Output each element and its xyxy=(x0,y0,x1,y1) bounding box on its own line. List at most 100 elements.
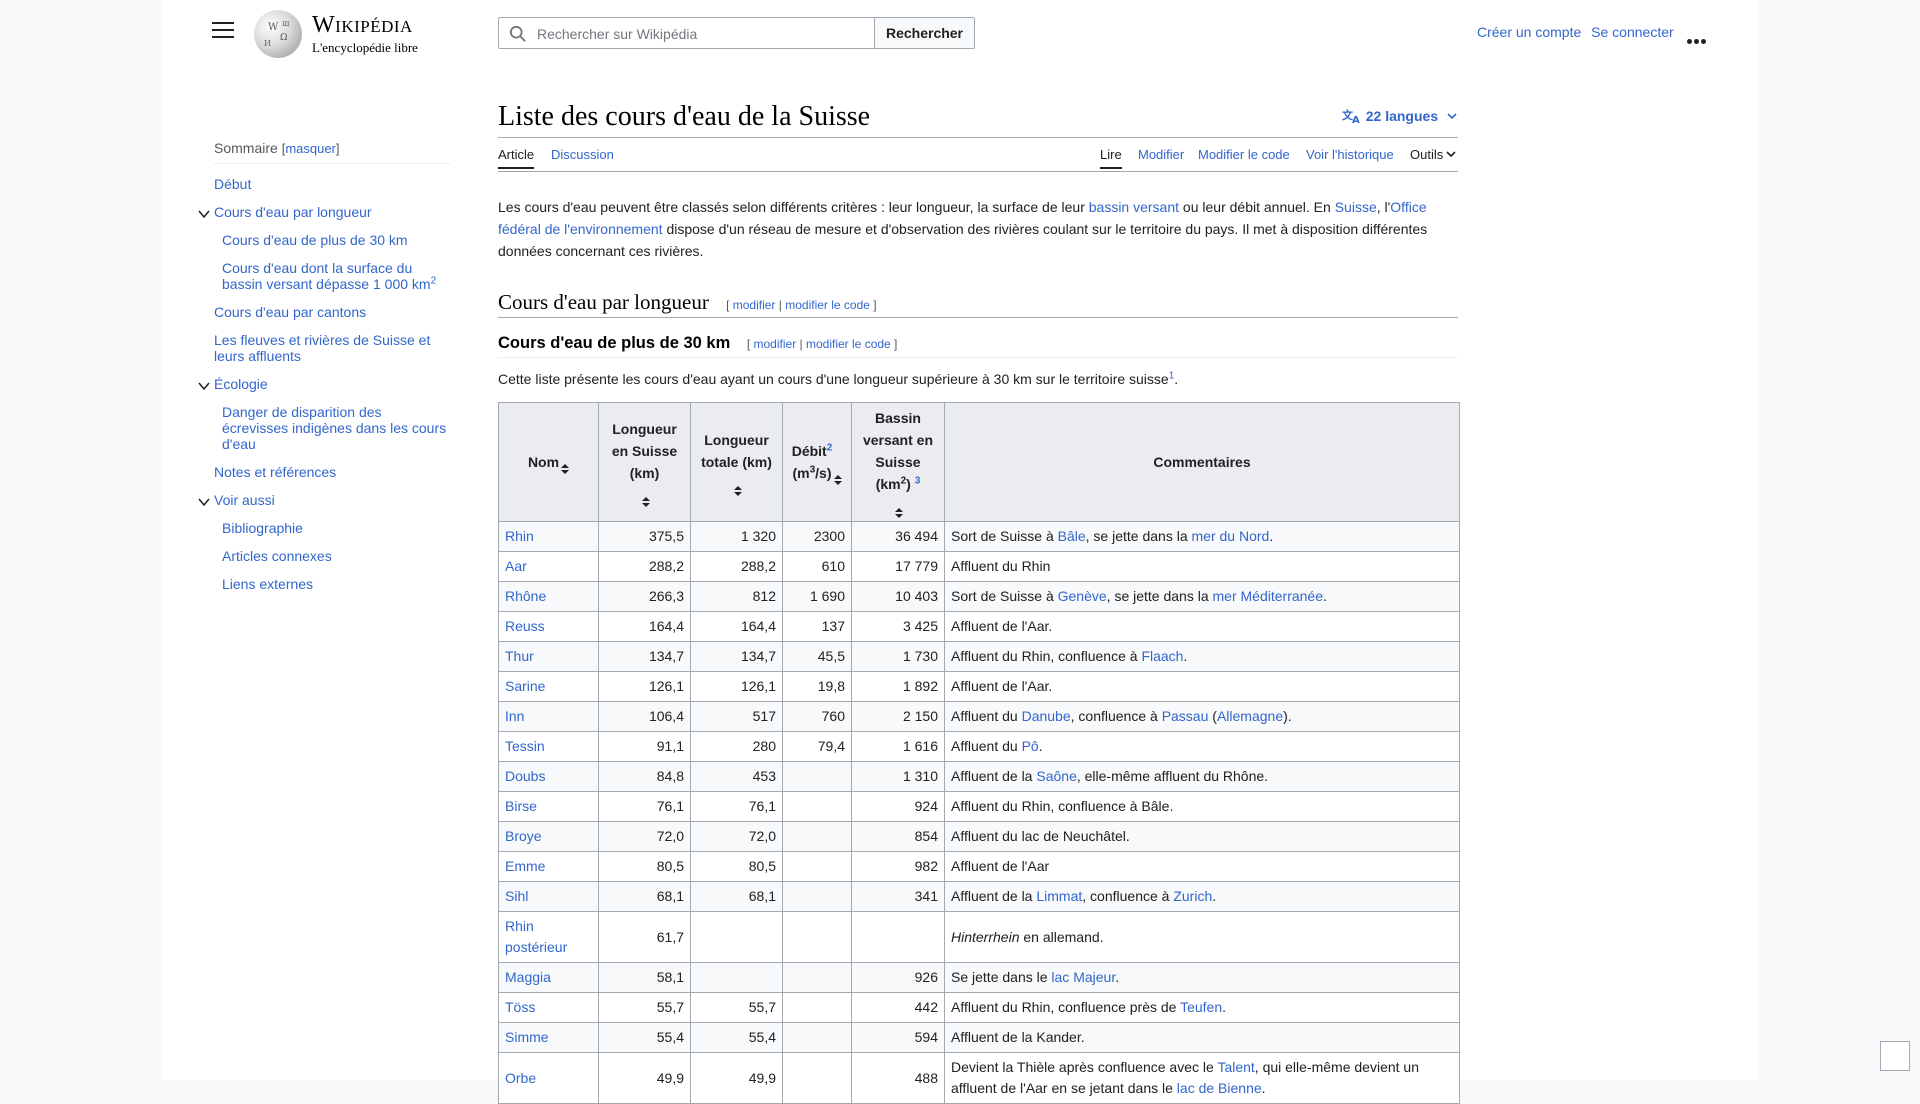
inline-link[interactable]: Pô xyxy=(1022,738,1039,754)
toc-item[interactable]: Bibliographie xyxy=(214,520,450,536)
column-header-longueur-suisse[interactable]: Longueur en Suisse (km) xyxy=(598,402,691,522)
toc-hide-link[interactable]: masquer xyxy=(285,141,336,156)
inline-link[interactable]: bassin versant xyxy=(1089,199,1179,215)
toc-link[interactable]: Cours d'eau de plus de 30 km xyxy=(222,232,408,248)
tab-article[interactable]: Article xyxy=(498,147,535,169)
inline-link[interactable]: Saône xyxy=(1036,768,1076,784)
flow-cell: 45,5 xyxy=(782,641,852,672)
reference-link[interactable]: 3 xyxy=(915,475,921,486)
main-menu-button[interactable] xyxy=(212,22,234,40)
tab-discussion[interactable]: Discussion xyxy=(551,147,614,162)
toc-link[interactable]: Les fleuves et rivières de Suisse et leu… xyxy=(214,332,430,364)
edit-link[interactable]: modifier xyxy=(733,298,776,312)
toc-item[interactable]: Cours d'eau dont la surface du bassin ve… xyxy=(214,260,450,292)
toc-item[interactable]: Liens externes xyxy=(214,576,450,592)
chevron-down-icon[interactable] xyxy=(198,494,210,510)
tools-menu[interactable]: Outils xyxy=(1410,147,1457,162)
toc-link[interactable]: Voir aussi xyxy=(214,492,275,508)
river-link[interactable]: Emme xyxy=(505,858,545,874)
toc-item[interactable]: Articles connexes xyxy=(214,548,450,564)
chevron-down-icon[interactable] xyxy=(198,206,210,222)
column-header-debit[interactable]: Débit2 (m3/s) xyxy=(782,402,852,522)
toc-link[interactable]: Cours d'eau par cantons xyxy=(214,304,366,320)
toc-item[interactable]: Cours d'eau par cantons xyxy=(214,304,450,320)
toc-item[interactable]: Les fleuves et rivières de Suisse et leu… xyxy=(214,332,450,364)
inline-link[interactable]: lac Majeur xyxy=(1051,969,1115,985)
toc-link[interactable]: Liens externes xyxy=(222,576,313,592)
intro-paragraph: Les cours d'eau peuvent être classés sel… xyxy=(498,196,1458,262)
create-account-link[interactable]: Créer un compte xyxy=(1477,24,1581,40)
inline-link[interactable]: Teufen xyxy=(1180,999,1222,1015)
inline-link[interactable]: mer Méditerranée xyxy=(1213,588,1324,604)
toc-link[interactable]: Début xyxy=(214,176,251,192)
inline-link[interactable]: Zurich xyxy=(1173,888,1212,904)
column-header-longueur-totale[interactable]: Longueur totale (km) xyxy=(690,402,783,522)
river-link[interactable]: Rhin postérieur xyxy=(505,918,567,955)
wikipedia-logo[interactable]: W Ω И ш Wikipédia L'encyclopédie libre xyxy=(254,10,454,58)
scroll-to-top-button[interactable] xyxy=(1880,1041,1910,1071)
river-link[interactable]: Doubs xyxy=(505,768,545,784)
river-link[interactable]: Tessin xyxy=(505,738,545,754)
toc-link[interactable]: Cours d'eau dont la surface du bassin ve… xyxy=(222,260,431,292)
river-link[interactable]: Thur xyxy=(505,648,534,664)
river-link[interactable]: Sihl xyxy=(505,888,528,904)
river-link[interactable]: Maggia xyxy=(505,969,551,985)
login-link[interactable]: Se connecter xyxy=(1591,24,1674,40)
inline-link[interactable]: mer du Nord xyxy=(1192,528,1270,544)
edit-source-link[interactable]: modifier le code xyxy=(785,298,870,312)
column-header-nom[interactable]: Nom xyxy=(498,402,599,522)
inline-link[interactable]: Bâle xyxy=(1058,528,1086,544)
inline-link[interactable]: Allemagne xyxy=(1217,708,1283,724)
toc-link[interactable]: Articles connexes xyxy=(222,548,332,564)
search-input[interactable] xyxy=(535,18,869,50)
river-link[interactable]: Broye xyxy=(505,828,542,844)
river-link[interactable]: Inn xyxy=(505,708,524,724)
toc-item[interactable]: Notes et références xyxy=(214,464,450,480)
river-link[interactable]: Reuss xyxy=(505,618,545,634)
more-options-icon[interactable] xyxy=(1687,31,1708,47)
toc-link[interactable]: Notes et références xyxy=(214,464,336,480)
reference-link[interactable]: 1 xyxy=(1169,370,1175,381)
length-switzerland-cell: 91,1 xyxy=(598,731,691,762)
tab-read[interactable]: Lire xyxy=(1100,147,1122,169)
inline-link[interactable]: Flaach xyxy=(1141,648,1183,664)
inline-link[interactable]: Genève xyxy=(1058,588,1107,604)
inline-link[interactable]: lac de Bienne xyxy=(1177,1080,1262,1096)
river-link[interactable]: Töss xyxy=(505,999,535,1015)
toc-item[interactable]: Danger de disparition des écrevisses ind… xyxy=(214,404,450,452)
toc-item[interactable]: Voir aussi xyxy=(198,492,450,508)
toc-item[interactable]: Cours d'eau de plus de 30 km xyxy=(214,232,450,248)
river-link[interactable]: Rhône xyxy=(505,588,546,604)
tab-edit-source[interactable]: Modifier le code xyxy=(1198,147,1290,162)
toc-link[interactable]: Danger de disparition des écrevisses ind… xyxy=(222,404,446,452)
edit-link[interactable]: modifier xyxy=(754,337,797,351)
length-total-cell xyxy=(690,962,783,993)
river-link[interactable]: Sarine xyxy=(505,678,545,694)
toc-item[interactable]: Écologie xyxy=(198,376,450,392)
inline-link[interactable]: Passau xyxy=(1162,708,1209,724)
river-link[interactable]: Simme xyxy=(505,1029,549,1045)
inline-link[interactable]: Danube xyxy=(1022,708,1071,724)
toc-item[interactable]: Début xyxy=(214,176,450,192)
river-link[interactable]: Orbe xyxy=(505,1070,536,1086)
river-link[interactable]: Rhin xyxy=(505,528,534,544)
chevron-down-icon[interactable] xyxy=(198,378,210,394)
text-fragment: Affluent de la xyxy=(951,888,1037,904)
inline-link[interactable]: Suisse xyxy=(1335,199,1377,215)
tab-history[interactable]: Voir l'historique xyxy=(1306,147,1394,162)
river-link[interactable]: Birse xyxy=(505,798,537,814)
toc-item[interactable]: Cours d'eau par longueur xyxy=(198,204,450,220)
toc-link[interactable]: Bibliographie xyxy=(222,520,303,536)
search-button[interactable]: Rechercher xyxy=(874,17,975,49)
language-button[interactable]: 文 A 22 langues xyxy=(1342,108,1458,126)
tab-edit[interactable]: Modifier xyxy=(1138,147,1184,162)
inline-link[interactable]: Limmat xyxy=(1036,888,1082,904)
toc-link[interactable]: Écologie xyxy=(214,376,268,392)
column-header-bassin[interactable]: Bassin versant en Suisse (km2) 3 xyxy=(851,402,945,522)
river-link[interactable]: Aar xyxy=(505,558,527,574)
edit-source-link[interactable]: modifier le code xyxy=(806,337,891,351)
reference-link[interactable]: 2 xyxy=(827,442,833,453)
inline-link[interactable]: Talent xyxy=(1217,1059,1254,1075)
toc-link[interactable]: Cours d'eau par longueur xyxy=(214,204,372,220)
comment-cell: Affluent du Rhin, confluence à Flaach. xyxy=(944,641,1460,672)
